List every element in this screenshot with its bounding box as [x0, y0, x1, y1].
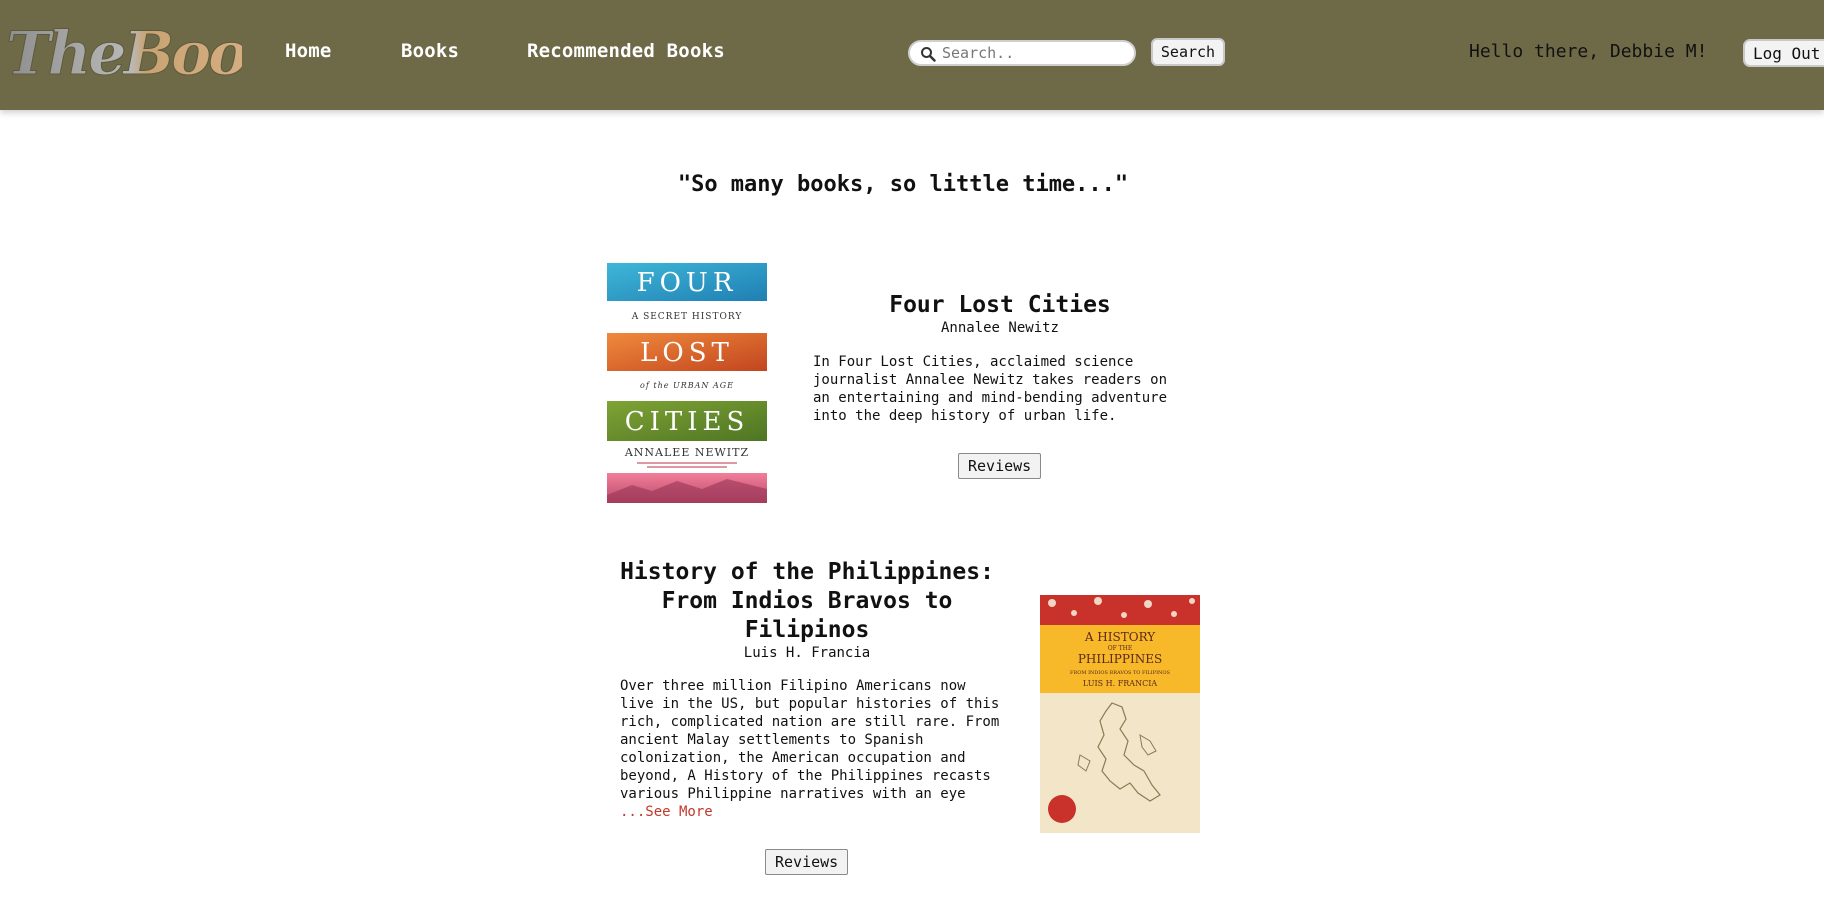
svg-text:LUIS H. FRANCIA: LUIS H. FRANCIA [1083, 679, 1157, 688]
reviews-button[interactable]: Reviews [765, 849, 849, 875]
book-author: Annalee Newitz [940, 320, 1059, 336]
book-author: Luis H. Francia [743, 645, 871, 661]
book-cover-history-of-the-philippines[interactable]: A HISTORY OF THE PHILIPPINES FROM INDIOS… [1040, 595, 1200, 833]
nav-recommended-books-link[interactable]: Recommended Books [527, 40, 725, 62]
page-quote: "So many books, so little time..." [677, 172, 1129, 197]
svg-text:CITIES: CITIES [625, 407, 750, 437]
book-description: In Four Lost Cities, acclaimed science j… [813, 354, 1168, 424]
svg-text:FOUR: FOUR [637, 268, 738, 298]
svg-text:LOST: LOST [640, 338, 734, 368]
see-more-link[interactable]: ...See More [620, 804, 713, 820]
book-title[interactable]: Four Lost Cities [800, 291, 1200, 320]
top-navbar: TheBook Home Books Recommended Books Sea… [0, 0, 1824, 110]
svg-text:A SECRET HISTORY: A SECRET HISTORY [631, 312, 743, 322]
svg-text:A HISTORY: A HISTORY [1084, 630, 1156, 644]
book-cover-four-lost-cities[interactable]: FOUR A SECRET HISTORY LOST of the URBAN … [607, 263, 767, 503]
nav-home-link[interactable]: Home [285, 40, 332, 62]
logout-button[interactable]: Log Out [1743, 39, 1824, 67]
svg-text:of the URBAN AGE: of the URBAN AGE [640, 381, 734, 390]
thebook-logo[interactable]: TheBook [2, 8, 243, 89]
user-greeting: Hello there, Debbie M! [1469, 41, 1708, 62]
book-description: Over three million Filipino Americans no… [620, 677, 1000, 821]
svg-text:OF THE: OF THE [1108, 645, 1133, 652]
reviews-button[interactable]: Reviews [958, 453, 1042, 479]
book-title[interactable]: History of the Philippines: From Indios … [607, 558, 1007, 645]
search-box[interactable] [908, 40, 1136, 66]
svg-text:ANNALEE NEWITZ: ANNALEE NEWITZ [624, 446, 749, 459]
search-icon [920, 46, 936, 62]
search-button[interactable]: Search [1151, 38, 1225, 66]
svg-text:PHILIPPINES: PHILIPPINES [1078, 652, 1162, 666]
svg-text:FROM INDIOS BRAVOS TO FILIPINO: FROM INDIOS BRAVOS TO FILIPINOS [1070, 670, 1171, 676]
book-description-text: Over three million Filipino Americans no… [620, 678, 1000, 802]
search-input[interactable] [942, 43, 1128, 63]
nav-books-link[interactable]: Books [401, 40, 459, 62]
svg-text:TheBook: TheBook [6, 19, 242, 88]
